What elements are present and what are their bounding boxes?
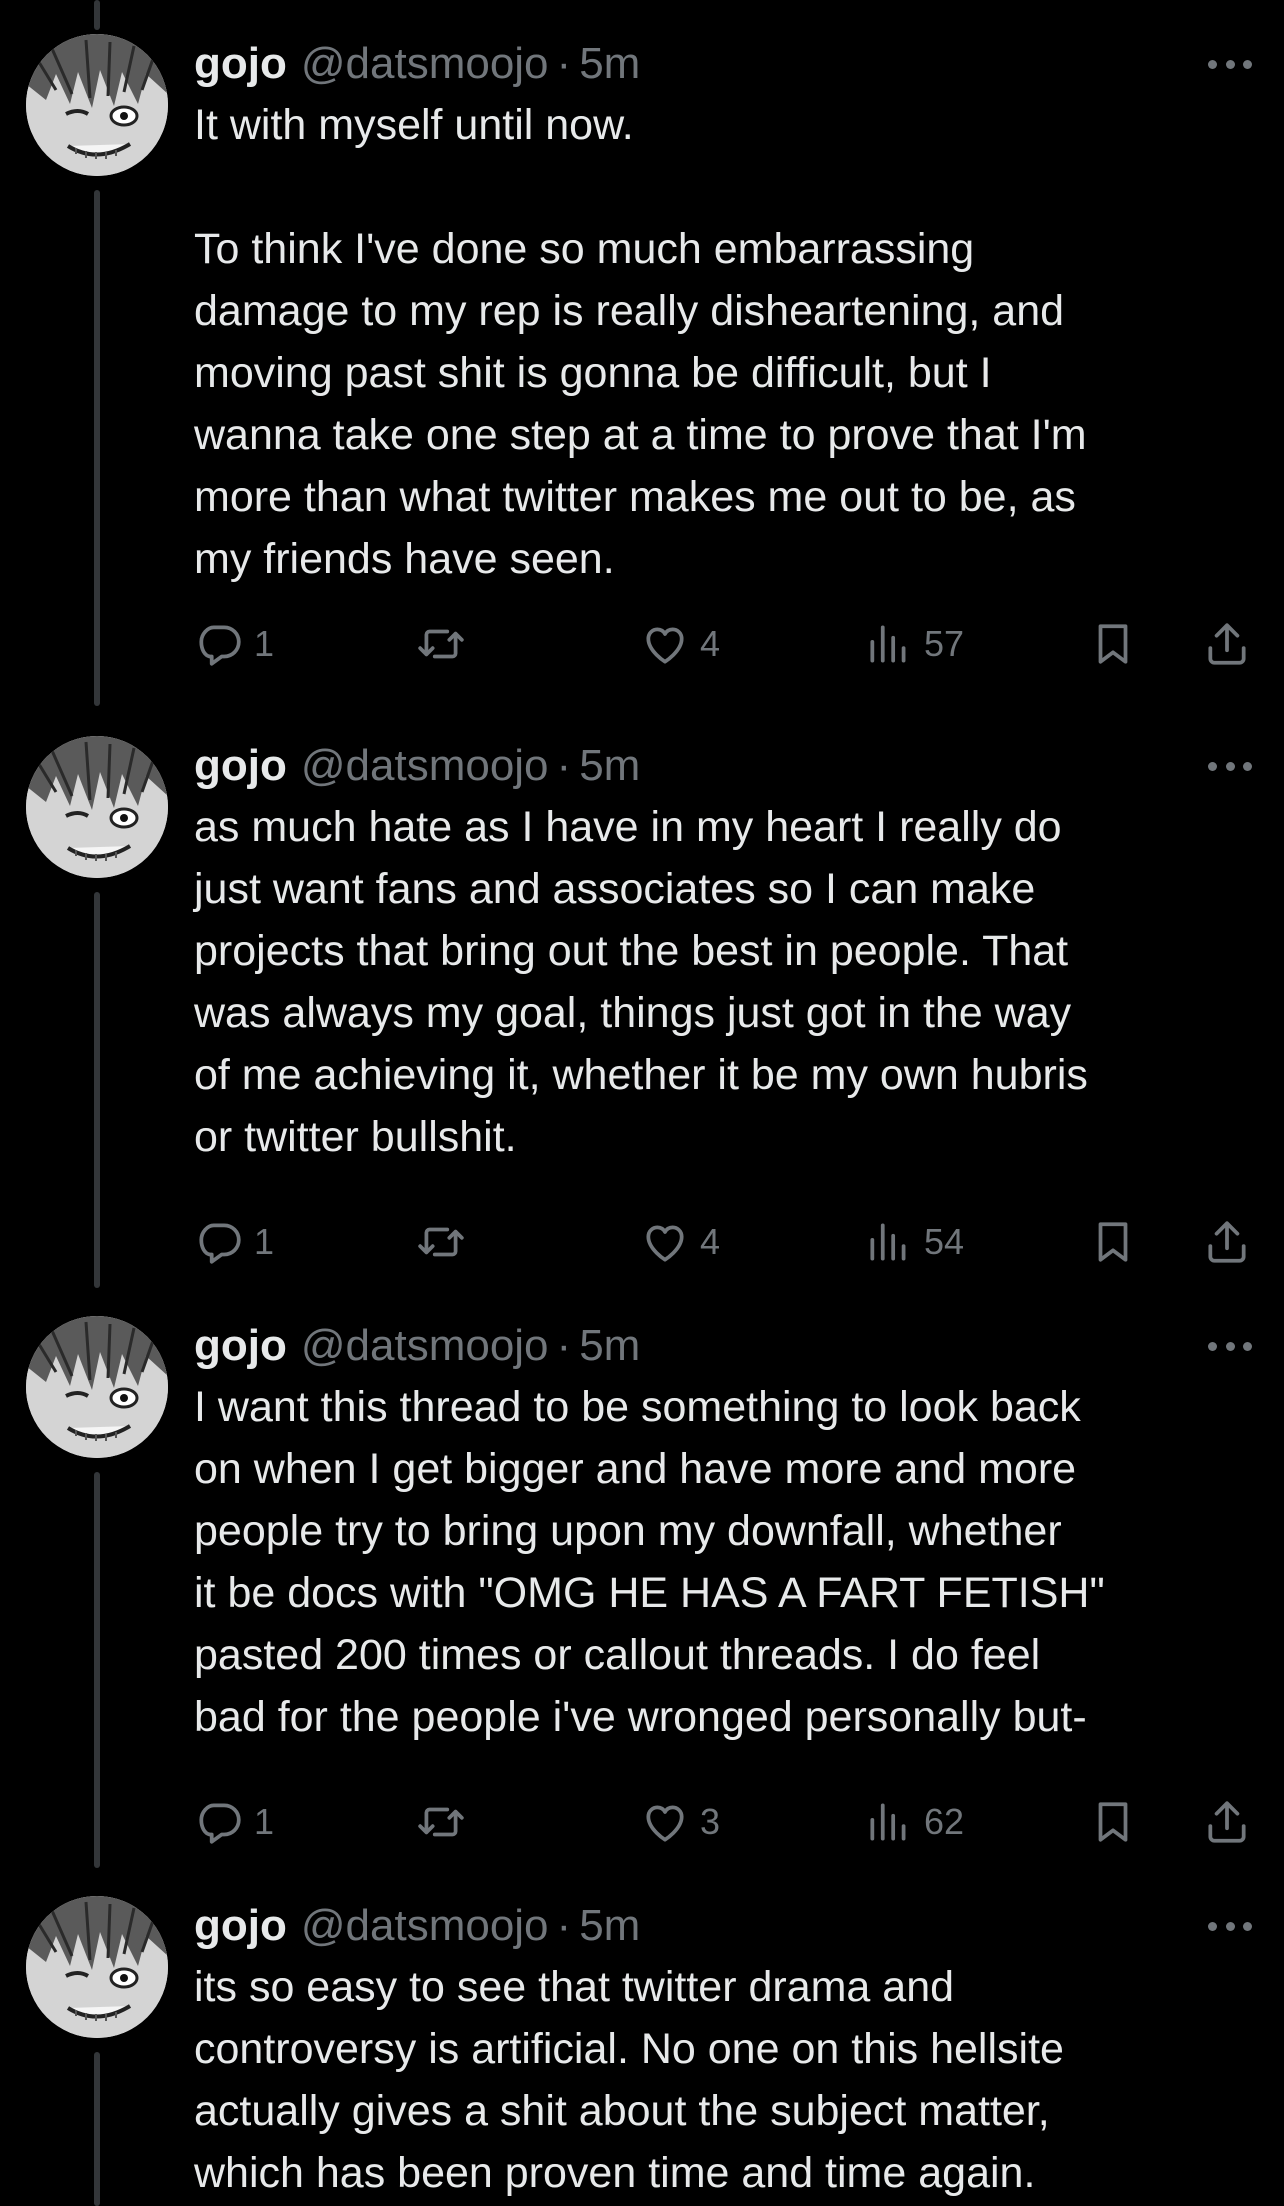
reply-button[interactable]: 1: [194, 1792, 274, 1852]
separator: ·: [556, 1901, 572, 1950]
tweet-header: gojo @datsmoojo · 5m: [194, 34, 640, 94]
like-button[interactable]: 4: [640, 1212, 720, 1272]
more-icon[interactable]: [1208, 1328, 1252, 1364]
reply-button[interactable]: 1: [194, 614, 274, 674]
share-icon: [1202, 619, 1252, 669]
like-button[interactable]: 3: [640, 1792, 720, 1852]
timestamp[interactable]: 5m: [579, 1901, 640, 1951]
heart-icon: [640, 1797, 690, 1847]
reply-count: 1: [254, 623, 275, 664]
views-icon: [864, 1797, 914, 1847]
views-button[interactable]: 57: [864, 614, 964, 674]
display-name[interactable]: gojo: [194, 1321, 287, 1371]
avatar[interactable]: [26, 1896, 168, 2038]
more-icon[interactable]: [1208, 1908, 1252, 1944]
user-handle[interactable]: @datsmoojo: [301, 39, 549, 89]
tweet[interactable]: gojo @datsmoojo · 5m I want this thread …: [0, 1316, 1284, 1896]
views-count: 62: [924, 1801, 965, 1842]
avatar[interactable]: [26, 1316, 168, 1458]
retweet-button[interactable]: [416, 1792, 476, 1852]
bookmark-button[interactable]: [1088, 614, 1138, 674]
views-count: 54: [924, 1221, 965, 1262]
share-icon: [1202, 1797, 1252, 1847]
views-icon: [864, 619, 914, 669]
avatar[interactable]: [26, 34, 168, 176]
retweet-button[interactable]: [416, 1212, 476, 1272]
tweet-header: gojo @datsmoojo · 5m: [194, 736, 640, 796]
heart-icon: [640, 1217, 690, 1267]
user-handle[interactable]: @datsmoojo: [301, 741, 549, 791]
action-bar: 1 3 62: [194, 1792, 1264, 1852]
thread-feed: gojo @datsmoojo · 5m It with myself unti…: [0, 0, 1284, 2206]
bookmark-button[interactable]: [1088, 1212, 1138, 1272]
retweet-button[interactable]: [416, 614, 476, 674]
tweet-text: It with myself until now. To think I've …: [194, 101, 1087, 583]
share-button[interactable]: [1202, 614, 1252, 674]
reply-icon: [194, 619, 244, 669]
tweet-header: gojo @datsmoojo · 5m: [194, 1316, 640, 1376]
display-name[interactable]: gojo: [194, 39, 287, 89]
timestamp[interactable]: 5m: [579, 1321, 640, 1371]
tweet-text: its so easy to see that twitter drama an…: [194, 1963, 1064, 2197]
views-icon: [864, 1217, 914, 1267]
bookmark-button[interactable]: [1088, 1792, 1138, 1852]
timestamp[interactable]: 5m: [579, 741, 640, 791]
retweet-icon: [416, 1217, 466, 1267]
display-name[interactable]: gojo: [194, 1901, 287, 1951]
heart-icon: [640, 619, 690, 669]
retweet-icon: [416, 1797, 466, 1847]
thread-connector: [94, 0, 100, 30]
display-name[interactable]: gojo: [194, 741, 287, 791]
bookmark-icon: [1088, 1217, 1138, 1267]
like-count: 3: [700, 1801, 721, 1842]
views-count: 57: [924, 623, 965, 664]
reply-button[interactable]: 1: [194, 1212, 274, 1272]
bookmark-icon: [1088, 1797, 1138, 1847]
share-button[interactable]: [1202, 1792, 1252, 1852]
reply-count: 1: [254, 1221, 275, 1262]
action-bar: 1 4 54: [194, 1212, 1264, 1272]
reply-icon: [194, 1797, 244, 1847]
views-button[interactable]: 62: [864, 1792, 964, 1852]
timestamp[interactable]: 5m: [579, 39, 640, 89]
separator: ·: [556, 741, 572, 790]
bookmark-icon: [1088, 619, 1138, 669]
tweet-text: I want this thread to be something to lo…: [194, 1383, 1105, 1741]
views-button[interactable]: 54: [864, 1212, 964, 1272]
like-count: 4: [700, 1221, 721, 1262]
avatar[interactable]: [26, 736, 168, 878]
more-icon[interactable]: [1208, 46, 1252, 82]
action-bar: 1 4 57: [194, 614, 1264, 674]
tweet-text: as much hate as I have in my heart I rea…: [194, 803, 1088, 1161]
more-icon[interactable]: [1208, 748, 1252, 784]
separator: ·: [556, 1321, 572, 1370]
tweet-header: gojo @datsmoojo · 5m: [194, 1896, 640, 1956]
separator: ·: [556, 39, 572, 88]
reply-icon: [194, 1217, 244, 1267]
share-icon: [1202, 1217, 1252, 1267]
user-handle[interactable]: @datsmoojo: [301, 1901, 549, 1951]
like-count: 4: [700, 623, 721, 664]
tweet[interactable]: gojo @datsmoojo · 5m its so easy to see …: [0, 1896, 1284, 2206]
tweet[interactable]: gojo @datsmoojo · 5m as much hate as I h…: [0, 736, 1284, 1316]
share-button[interactable]: [1202, 1212, 1252, 1272]
tweet[interactable]: gojo @datsmoojo · 5m It with myself unti…: [0, 34, 1284, 674]
like-button[interactable]: 4: [640, 614, 720, 674]
user-handle[interactable]: @datsmoojo: [301, 1321, 549, 1371]
retweet-icon: [416, 619, 466, 669]
reply-count: 1: [254, 1801, 275, 1842]
